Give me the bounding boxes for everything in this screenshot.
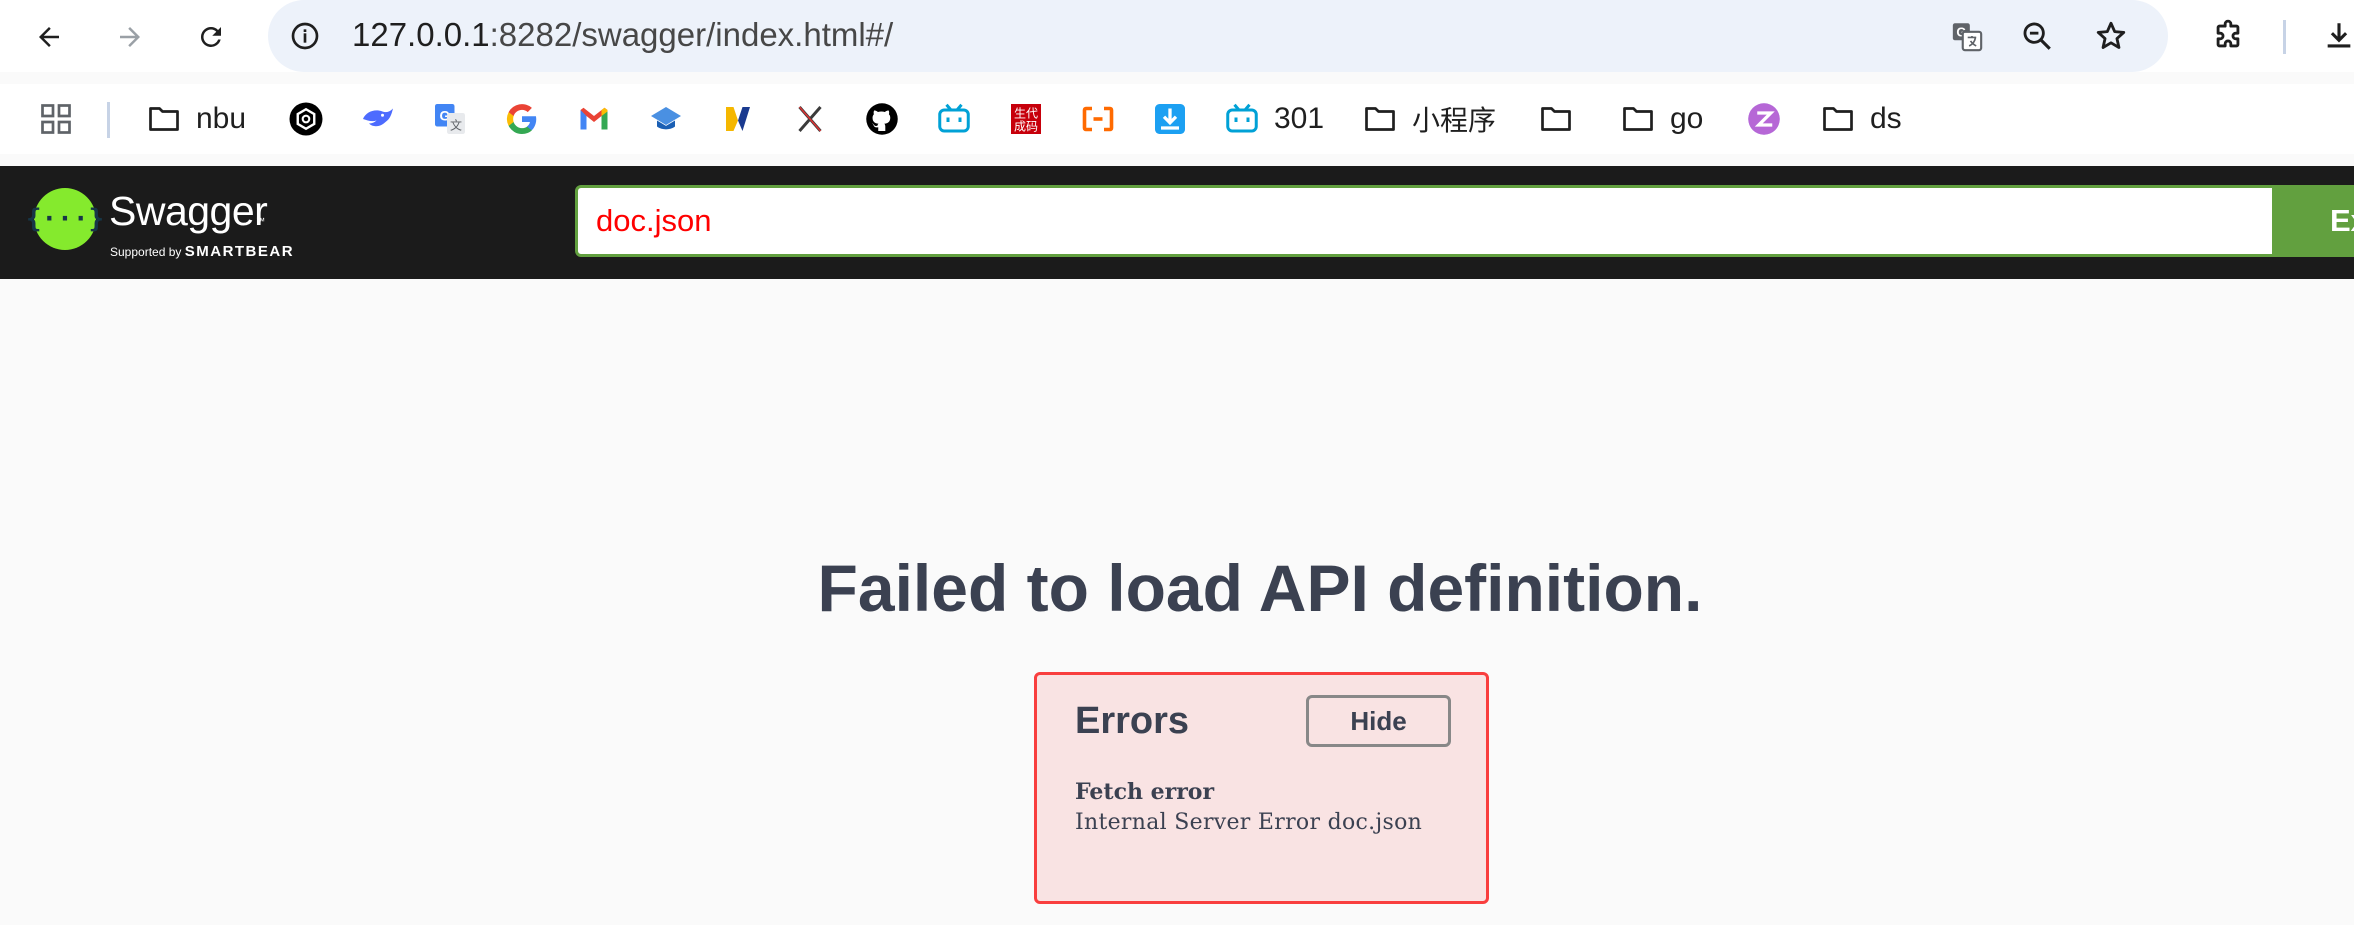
puzzle-icon	[2216, 19, 2240, 48]
supported-prefix: Supported by	[110, 245, 182, 259]
page-title: Failed to load API definition.	[817, 551, 1703, 625]
extensions-button[interactable]	[2205, 13, 2251, 59]
spec-url-input[interactable]: doc.json	[575, 185, 2275, 257]
deepseek-icon	[363, 108, 393, 127]
reload-icon	[200, 26, 221, 47]
bookmarks-divider	[107, 102, 110, 138]
bookmark-bilibili[interactable]	[936, 98, 972, 140]
swagger-brand[interactable]: Swagger	[109, 188, 268, 235]
apps-button[interactable]	[38, 98, 74, 140]
bookmark-label: 小程序	[1412, 104, 1497, 137]
bookmark-gmail[interactable]	[576, 98, 612, 140]
yellow-blue-logo-icon	[726, 107, 750, 131]
bilibili-icon	[938, 103, 970, 133]
forward-button[interactable]	[107, 14, 153, 60]
folder-icon	[1823, 107, 1853, 131]
address-bar[interactable]: 127.0.0.1:8282/swagger/index.html#/ G	[268, 0, 2168, 72]
downloads-button[interactable]	[2316, 13, 2354, 59]
bookmarks-bar: nbu G文 生代 成码 301 小程序 go ds	[0, 84, 2354, 154]
bookmark-301[interactable]: 301	[1224, 98, 1324, 140]
bookmark-label: ds	[1870, 102, 1902, 135]
gmail-icon	[580, 107, 608, 130]
zhihu-like-icon	[1748, 103, 1780, 135]
bookmark-deepseek[interactable]	[360, 98, 396, 140]
errors-title: Errors	[1075, 700, 1190, 742]
bookmark-yellow-blue[interactable]	[720, 98, 756, 140]
folder-icon	[1623, 107, 1653, 131]
zoom-out-icon	[2023, 22, 2051, 50]
browser-toolbar: 127.0.0.1:8282/swagger/index.html#/ G	[0, 0, 2354, 72]
explore-button[interactable]: Explore	[2272, 185, 2354, 257]
translate-button[interactable]: G	[1944, 13, 1990, 59]
translate-icon: G	[1952, 23, 1983, 52]
url-text[interactable]: 127.0.0.1:8282/swagger/index.html#/	[352, 16, 893, 54]
bookmark-google[interactable]	[504, 98, 540, 140]
download-icon	[2327, 23, 2351, 48]
download-box-icon	[1155, 104, 1185, 134]
aliyun-icon	[1082, 106, 1114, 132]
bookmark-nbu[interactable]: nbu	[146, 98, 246, 140]
svg-text:文: 文	[450, 118, 462, 133]
bilibili-icon	[1226, 103, 1258, 133]
bookmark-github[interactable]	[864, 98, 900, 140]
supported-by: Supported by SMARTBEAR	[110, 243, 294, 260]
bookmark-x[interactable]	[792, 98, 828, 140]
stamp-icon: 生代成码	[1011, 104, 1041, 134]
bookmark-graduation[interactable]	[648, 98, 684, 140]
url-host: 127.0.0.1	[352, 16, 490, 53]
trademark: ™	[256, 216, 265, 226]
star-icon	[2096, 21, 2126, 49]
bookmark-openai[interactable]	[288, 98, 324, 140]
error-type: Fetch error	[1075, 779, 1215, 805]
bookmark-go[interactable]: go	[1620, 98, 1703, 140]
arrow-right-icon	[120, 27, 140, 47]
zoom-button[interactable]	[2014, 13, 2060, 59]
bookmark-folder[interactable]	[1538, 98, 1574, 140]
errors-panel: Errors Hide Fetch error Internal Server …	[1034, 672, 1489, 904]
arrow-left-icon	[39, 27, 59, 47]
bookmark-ds[interactable]: ds	[1820, 98, 1902, 140]
bookmark-miniprogram[interactable]: 小程序	[1362, 98, 1496, 140]
svg-text:成码: 成码	[1014, 119, 1038, 133]
folder-icon	[149, 107, 179, 131]
graduation-cap-icon	[651, 107, 681, 130]
folder-icon	[1365, 107, 1395, 131]
bookmark-label: 301	[1274, 102, 1325, 135]
bookmark-aliyun[interactable]	[1080, 98, 1116, 140]
github-icon	[866, 103, 898, 135]
bookmark-label: go	[1670, 102, 1704, 135]
google-translate-icon: G文	[435, 104, 465, 134]
url-path: :8282/swagger/index.html#/	[489, 16, 894, 53]
site-info-button[interactable]	[282, 13, 328, 59]
x-mark-icon	[798, 106, 822, 132]
hide-button[interactable]: Hide	[1306, 695, 1451, 747]
apps-grid-icon	[41, 104, 71, 134]
reload-button[interactable]	[188, 14, 234, 60]
openai-icon	[289, 102, 323, 136]
bookmark-star-button[interactable]	[2088, 13, 2134, 59]
bookmark-download[interactable]	[1152, 98, 1188, 140]
error-message: Internal Server Error doc.json	[1075, 810, 1423, 835]
smartbear-brand: SMARTBEAR	[184, 243, 295, 260]
swagger-logo-icon[interactable]: {···}	[26, 188, 104, 250]
folder-icon	[1541, 107, 1571, 131]
swagger-topbar: {···} Swagger ™ Supported by SMARTBEAR d…	[0, 166, 2354, 279]
back-button[interactable]	[26, 14, 72, 60]
info-icon	[291, 22, 319, 50]
toolbar-divider	[2283, 20, 2286, 54]
bookmark-zhihu[interactable]	[1746, 98, 1782, 140]
bookmark-google-translate[interactable]: G文	[432, 98, 468, 140]
bookmark-label: nbu	[196, 102, 247, 135]
google-icon	[506, 104, 537, 135]
bookmark-stamp[interactable]: 生代 成码	[1008, 98, 1044, 140]
